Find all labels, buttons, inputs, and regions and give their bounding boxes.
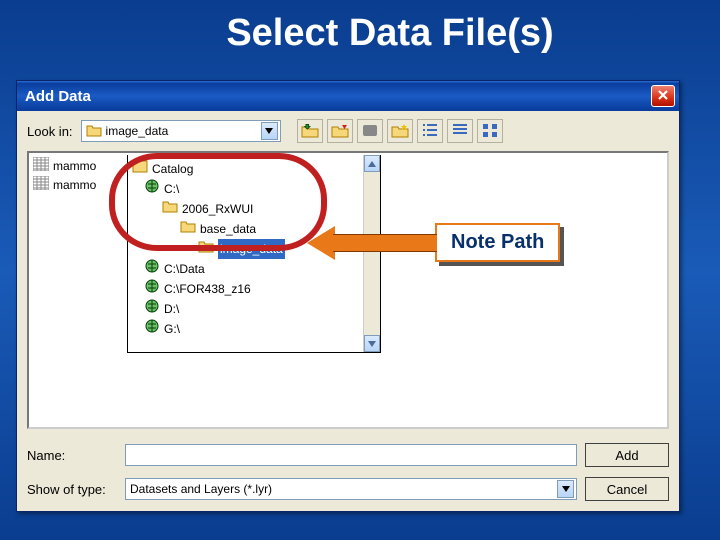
up-arrow-folder-icon <box>301 122 319 141</box>
tree-label: C:\Data <box>164 259 205 279</box>
thumbnail-view-icon <box>481 122 499 141</box>
dialog-title: Add Data <box>25 88 651 105</box>
list-item[interactable]: mammo <box>33 176 96 193</box>
callout-text: Note Path <box>435 223 560 262</box>
scroll-down-button[interactable] <box>364 335 380 352</box>
new-folder-icon <box>391 122 409 141</box>
lookin-row: Look in: image_data <box>17 111 679 147</box>
connect-folder-button[interactable] <box>327 119 353 143</box>
list-item-label: mammo <box>53 178 96 192</box>
lookin-combo[interactable]: image_data <box>81 120 281 142</box>
disabled-folder-icon <box>361 122 379 141</box>
disabled-tool-button[interactable] <box>357 119 383 143</box>
tree-item-drive[interactable]: D:\ <box>132 299 360 319</box>
lookin-label: Look in: <box>27 124 73 139</box>
file-list: mammo mammo <box>33 157 96 193</box>
connect-icon <box>331 122 349 141</box>
thumbnails-view-button[interactable] <box>477 119 503 143</box>
toolbar-buttons <box>297 119 503 143</box>
drive-icon <box>144 179 160 199</box>
add-data-dialog: Add Data Look in: image_data <box>16 80 680 512</box>
drive-icon <box>144 259 160 279</box>
cancel-button[interactable]: Cancel <box>585 477 669 501</box>
raster-icon <box>33 157 49 174</box>
raster-icon <box>33 176 49 193</box>
drive-icon <box>144 299 160 319</box>
tree-label: G:\ <box>164 319 180 339</box>
tree-label: Catalog <box>152 159 193 179</box>
folder-icon <box>162 199 178 219</box>
up-folder-button[interactable] <box>297 119 323 143</box>
tree-item-drive[interactable]: C:\FOR438_z16 <box>132 279 360 299</box>
lookin-value: image_data <box>106 124 257 138</box>
tree-item-drive[interactable]: C:\ <box>132 179 360 199</box>
bottom-controls: Name: Add Show of type: Datasets and Lay… <box>17 437 679 511</box>
folder-icon <box>180 219 196 239</box>
name-input[interactable] <box>125 444 577 466</box>
chevron-down-icon[interactable] <box>261 122 278 140</box>
drive-icon <box>144 279 160 299</box>
close-button[interactable] <box>651 85 675 107</box>
new-folder-button[interactable] <box>387 119 413 143</box>
file-area[interactable]: mammo mammo <box>27 151 669 429</box>
tree-item-drive[interactable]: G:\ <box>132 319 360 339</box>
list-item[interactable]: mammo <box>33 157 96 174</box>
type-value: Datasets and Layers (*.lyr) <box>130 482 553 496</box>
chevron-down-icon[interactable] <box>557 480 574 498</box>
details-view-button[interactable] <box>447 119 473 143</box>
list-view-button[interactable] <box>417 119 443 143</box>
tree-label: image_data <box>218 239 285 259</box>
catalog-icon <box>132 159 148 179</box>
type-combo[interactable]: Datasets and Layers (*.lyr) <box>125 478 577 500</box>
annotation-callout: Note Path <box>307 223 560 262</box>
folder-icon <box>86 123 102 140</box>
drive-icon <box>144 319 160 339</box>
titlebar: Add Data <box>17 81 679 111</box>
add-button[interactable]: Add <box>585 443 669 467</box>
list-item-label: mammo <box>53 159 96 173</box>
tree-item-drive[interactable]: C:\Data <box>132 259 360 279</box>
scroll-up-button[interactable] <box>364 155 380 172</box>
list-view-icon <box>421 122 439 141</box>
slide-title: Select Data File(s) <box>0 0 720 55</box>
type-label: Show of type: <box>27 482 117 497</box>
tree-label: 2006_RxWUI <box>182 199 253 219</box>
tree-label: D:\ <box>164 299 179 319</box>
tree-item-folder[interactable]: 2006_RxWUI <box>132 199 360 219</box>
tree-item-catalog[interactable]: Catalog <box>132 159 360 179</box>
tree-label: C:\FOR438_z16 <box>164 279 251 299</box>
details-view-icon <box>451 122 469 141</box>
tree-label: C:\ <box>164 179 179 199</box>
tree-label: base_data <box>200 219 256 239</box>
folder-icon <box>198 239 214 259</box>
name-label: Name: <box>27 448 117 463</box>
arrow-icon <box>307 226 437 260</box>
close-icon <box>657 88 669 105</box>
